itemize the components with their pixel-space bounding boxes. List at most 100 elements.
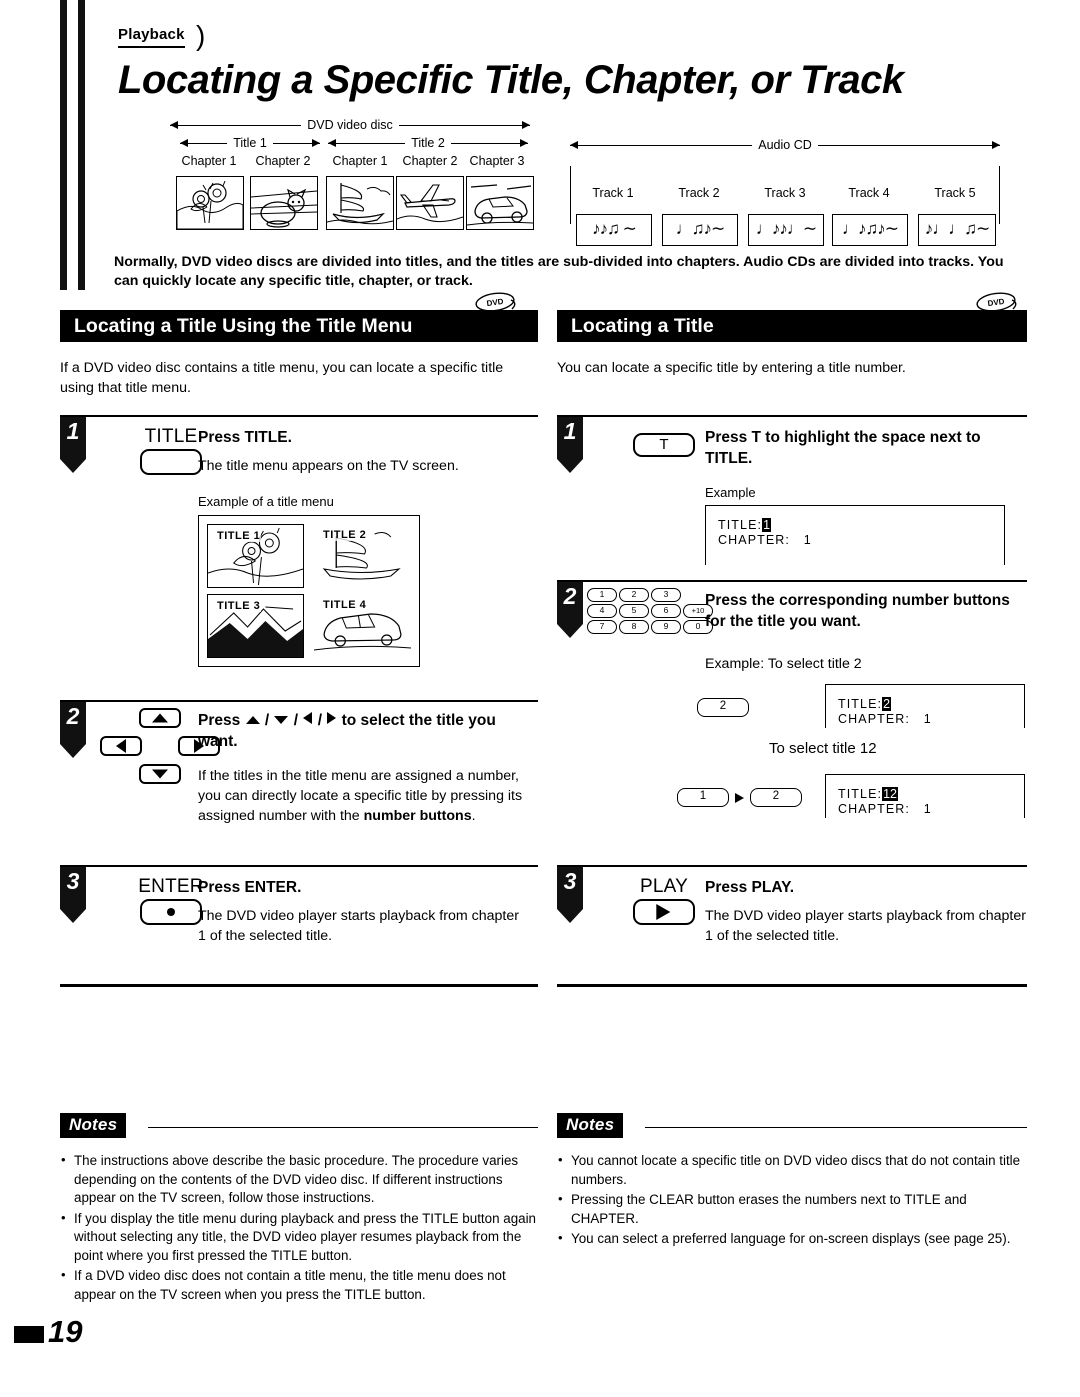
cd-track-label-1: Track 1 [592, 186, 634, 200]
dvd-chapter-label-t2c3: Chapter 3 [469, 154, 525, 168]
osd-chapter-line: CHAPTER: 1 [838, 802, 1014, 817]
play-button-icon[interactable] [633, 899, 695, 925]
right-notes-block: Notes You cannot locate a specific title… [557, 1113, 1027, 1251]
dvd-chapter-thumbnails [170, 176, 534, 231]
category-tag-paren: ) [196, 20, 206, 51]
title-menu-example-screen: TITLE 1 TITLE 2 TITLE 3 TITLE 4 [198, 515, 420, 667]
note-item: If a DVD video disc does not contain a t… [60, 1266, 538, 1304]
cd-span-label: Audio CD [752, 138, 818, 152]
example-key-2[interactable]: 2 [750, 788, 802, 807]
step-divider [557, 580, 1027, 582]
title-menu-thumb-4[interactable]: TITLE 4 [314, 594, 411, 656]
title-menu-label-2: TITLE 2 [322, 529, 368, 541]
title-menu-thumb-1[interactable]: TITLE 1 [207, 524, 304, 588]
step-number-badge-2: 2 [557, 580, 583, 638]
play-key-label: PLAY [640, 876, 688, 897]
dvd-title-spans: Title 1 Title 2 [170, 136, 530, 152]
left-step-1-desc: The title menu appears on the TV screen. [198, 458, 459, 474]
left-step-2-title-suffix: to select the title you want. [198, 712, 496, 750]
example-key-2[interactable]: 2 [697, 698, 749, 717]
dvd-chapter-label-t2c2: Chapter 2 [402, 154, 458, 168]
dvd-structure-diagram: DVD video disc Title 1 Title 2 Chapter 1… [170, 118, 534, 231]
dvd-chapter-label-t2c1: Chapter 1 [332, 154, 388, 168]
left-step-3-title: Press ENTER. [198, 879, 302, 896]
t-button-icon[interactable]: T [633, 433, 695, 457]
osd-title-label: TITLE: [718, 518, 763, 532]
osd-title-line: TITLE:1 [718, 518, 994, 533]
left-step-2-desc: If the titles in the title menu are assi… [198, 766, 528, 826]
right-step-2-example-caption: Example: To select title 2 [705, 656, 862, 672]
osd-chapter-label: CHAPTER: [718, 533, 791, 547]
note-item: You cannot locate a specific title on DV… [557, 1151, 1027, 1189]
step-divider [557, 415, 1027, 417]
osd-chapter-label: CHAPTER: [838, 712, 911, 726]
step-number-2: 2 [66, 703, 80, 729]
right-section-lede: You can locate a specific title by enter… [557, 360, 906, 376]
right-step-3-desc: The DVD video player starts playback fro… [705, 908, 1026, 944]
cd-track-label-3: Track 3 [764, 186, 806, 200]
example-select-title-2: 2 [697, 698, 749, 717]
cd-span: Audio CD [570, 138, 1000, 152]
number-key-2[interactable]: 2 [619, 588, 649, 602]
number-key-5[interactable]: 5 [619, 604, 649, 618]
step-number-badge-3: 3 [557, 865, 583, 923]
step-number-2: 2 [563, 583, 577, 609]
notes-rule [148, 1127, 538, 1128]
intro-paragraph: Normally, DVD video discs are divided in… [114, 254, 1004, 289]
title-button-icon[interactable] [140, 449, 202, 475]
number-buttons-emphasis: number buttons [363, 808, 472, 824]
notes-rule [645, 1127, 1027, 1128]
number-key-3[interactable]: 3 [651, 588, 681, 602]
step-number-badge-1: 1 [60, 415, 86, 473]
dvd-span: DVD video disc [170, 118, 530, 132]
example-key-1[interactable]: 1 [677, 788, 729, 807]
example-2-key-sequence: 1 2 [677, 788, 802, 807]
dvd-chapter-label-t1c2: Chapter 2 [255, 154, 311, 168]
section-category-tag: Playback [118, 26, 185, 48]
number-key-8[interactable]: 8 [619, 620, 649, 634]
inline-arrow-up-icon [245, 716, 260, 724]
number-key-6[interactable]: 6 [651, 604, 681, 618]
cd-track-label-2: Track 2 [678, 186, 720, 200]
step-number-3: 3 [563, 868, 577, 894]
inline-arrow-down-icon [274, 716, 289, 724]
osd-title-line: TITLE:2 [838, 697, 1014, 712]
arrow-down-button-icon[interactable] [139, 764, 181, 784]
osd-title-line: TITLE:12 [838, 787, 1014, 802]
number-key-7[interactable]: 7 [587, 620, 617, 634]
chapter-thumbnail-cat [250, 176, 318, 230]
notes-label: Notes [60, 1113, 127, 1138]
osd-title-label: TITLE: [838, 787, 883, 801]
cd-track-box-4: ♩♪♫♪∼ [832, 214, 908, 246]
arrow-up-button-icon[interactable] [139, 708, 181, 728]
number-key-1[interactable]: 1 [587, 588, 617, 602]
notes-label: Notes [557, 1113, 624, 1138]
footer-marker-bar [14, 1326, 44, 1343]
cd-track-box-5: ♪♩♩♫∼ [918, 214, 996, 246]
dvd-title-span-1: Title 1 [180, 136, 320, 152]
cd-track-box-3: ♩♪♪♩∼ [748, 214, 824, 246]
title-menu-thumb-2[interactable]: TITLE 2 [314, 524, 411, 586]
inline-arrow-left-icon [303, 712, 313, 724]
title-menu-thumb-3[interactable]: TITLE 3 [207, 594, 304, 658]
step-divider [60, 415, 538, 417]
osd-example-title-12: TITLE:12 CHAPTER: 1 [825, 774, 1025, 818]
step-number-badge-1: 1 [557, 415, 583, 473]
step-number-badge-2: 2 [60, 700, 86, 758]
left-step-1-title: Press TITLE. [198, 429, 292, 446]
step-divider [60, 865, 538, 867]
notes-list: The instructions above describe the basi… [60, 1151, 538, 1304]
left-notes-block: Notes The instructions above describe th… [60, 1113, 538, 1306]
dvd-chapter-labels: Chapter 1 Chapter 2 Chapter 1 Chapter 2 … [170, 154, 530, 172]
osd-chapter-line: CHAPTER: 1 [838, 712, 1014, 727]
left-step-2-title: Press / / / to select the title you want… [198, 712, 496, 750]
dvd-span-label: DVD video disc [301, 118, 399, 132]
example-select-title-12: 1 2 [677, 788, 802, 807]
number-key-9[interactable]: 9 [651, 620, 681, 634]
right-step-1-title: Press T to highlight the space next to T… [705, 429, 981, 467]
enter-button-icon[interactable] [140, 899, 202, 925]
osd-example-initial: TITLE:1 CHAPTER: 1 [705, 505, 1005, 565]
arrow-left-button-icon[interactable] [100, 736, 142, 756]
number-key-4[interactable]: 4 [587, 604, 617, 618]
page-number: 19 [48, 1314, 83, 1349]
